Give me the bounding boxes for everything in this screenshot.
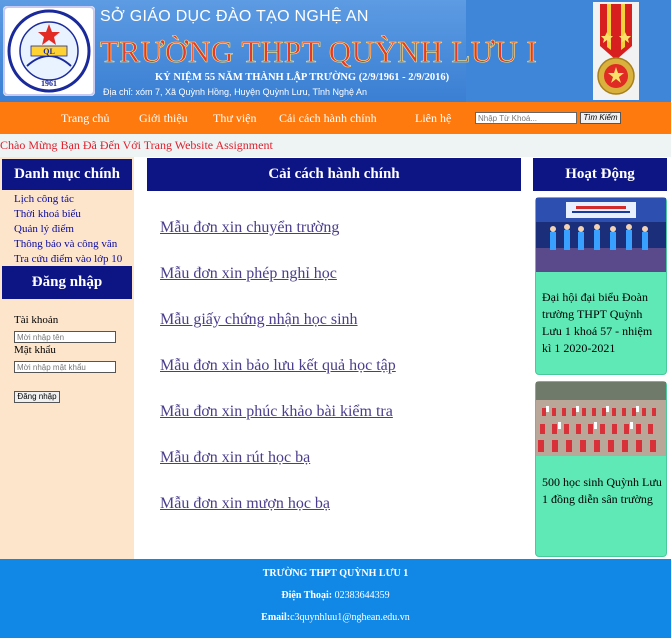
- nav-item-home[interactable]: Trang chủ: [61, 111, 110, 126]
- footer-phone-value: 02383644359: [334, 590, 390, 601]
- activity-caption: Đại hội đại biểu Đoàn trường THPT Quỳnh …: [542, 290, 653, 355]
- form-link-borrow-record[interactable]: Mẫu đơn xin mượn học bạ: [160, 492, 396, 538]
- footer-email-label: Email:: [261, 612, 291, 623]
- header-banner: QL 1961 SỞ GIÁO DỤC ĐÀO TẠO NGHỆ AN TRƯỜ…: [0, 0, 671, 102]
- page-title: Cải cách hành chính: [147, 158, 521, 191]
- login-heading: Đăng nhập: [2, 266, 132, 299]
- login-button[interactable]: Đăng nhập: [14, 391, 60, 403]
- svg-text:QL: QL: [43, 47, 55, 56]
- form-link-withdraw-record[interactable]: Mẫu đơn xin rút học bạ: [160, 446, 396, 492]
- password-label: Mật khẩu: [14, 344, 56, 356]
- form-link-leave[interactable]: Mẫu đơn xin phép nghỉ học: [160, 262, 396, 308]
- footer-email: Email:c3quynhluu1@nghean.edu.vn: [0, 612, 671, 623]
- medal-icon: [593, 2, 639, 100]
- password-field[interactable]: [14, 361, 116, 373]
- footer-school-name: TRƯỜNG THPT QUỲNH LƯU 1: [262, 568, 409, 579]
- footer-email-value[interactable]: c3quynhluu1@nghean.edu.vn: [290, 612, 410, 623]
- form-link-regrade[interactable]: Mẫu đơn xin phúc khảo bài kiểm tra: [160, 400, 396, 446]
- footer-phone: Điện Thoại: 02383644359: [0, 590, 671, 601]
- footer: TRƯỜNG THPT QUỲNH LƯU 1 Điện Thoại: 0238…: [0, 559, 671, 638]
- username-label: Tài khoản: [14, 314, 59, 326]
- anniversary-text: KỶ NIỆM 55 NĂM THÀNH LẬP TRƯỜNG (2/9/196…: [155, 72, 450, 83]
- nav-item-admin-reform[interactable]: Cải cách hành chính: [279, 111, 377, 126]
- nav-item-about[interactable]: Giới thiệu: [139, 111, 188, 126]
- nav-item-library[interactable]: Thư viện: [213, 111, 257, 126]
- categories-heading: Danh mục chính: [2, 159, 132, 190]
- activity-caption: 500 học sinh Quỳnh Lưu 1 đồng diễn sân t…: [542, 475, 662, 506]
- footer-phone-label: Điện Thoại:: [281, 590, 333, 601]
- activity-photo: [536, 382, 666, 456]
- activities-heading: Hoạt Động: [533, 158, 667, 191]
- school-emblem-icon: QL 1961: [3, 6, 95, 96]
- category-item-schedule[interactable]: Lịch công tác: [14, 192, 122, 207]
- category-item-grade10-lookup[interactable]: Tra cứu điểm vào lớp 10: [14, 252, 122, 267]
- activity-photo: [536, 198, 666, 272]
- nav-item-contact[interactable]: Liên hệ: [415, 111, 451, 126]
- form-list: Mẫu đơn xin chuyển trường Mẫu đơn xin ph…: [160, 216, 396, 538]
- school-name: TRƯỜNG THPT QUỲNH LƯU I: [100, 34, 538, 70]
- username-field[interactable]: [14, 331, 116, 343]
- category-item-announcements[interactable]: Thông báo và công văn: [14, 237, 122, 252]
- activity-card[interactable]: 500 học sinh Quỳnh Lưu 1 đồng diễn sân t…: [535, 381, 667, 557]
- form-link-student-certificate[interactable]: Mẫu giấy chứng nhận học sinh: [160, 308, 396, 354]
- activity-card[interactable]: Đại hội đại biểu Đoàn trường THPT Quỳnh …: [535, 197, 667, 375]
- category-item-timetable[interactable]: Thời khoá biểu: [14, 207, 122, 222]
- form-link-reserve-results[interactable]: Mẫu đơn xin bảo lưu kết quả học tập: [160, 354, 396, 400]
- category-item-grades[interactable]: Quản lý điểm: [14, 222, 122, 237]
- search-button[interactable]: Tìm Kiếm: [580, 112, 621, 124]
- form-link-transfer[interactable]: Mẫu đơn xin chuyển trường: [160, 216, 396, 262]
- department-name: SỞ GIÁO DỤC ĐÀO TẠO NGHỆ AN: [100, 8, 369, 25]
- search-input[interactable]: [475, 112, 577, 124]
- logo-year: 1961: [41, 79, 57, 88]
- category-list: Lịch công tác Thời khoá biểu Quản lý điể…: [14, 192, 122, 267]
- school-address: Địa chỉ: xóm 7, Xã Quỳnh Hồng, Huyện Quỳ…: [103, 87, 368, 97]
- welcome-message: Chào Mừng Bạn Đã Đến Với Trang Website A…: [0, 138, 273, 152]
